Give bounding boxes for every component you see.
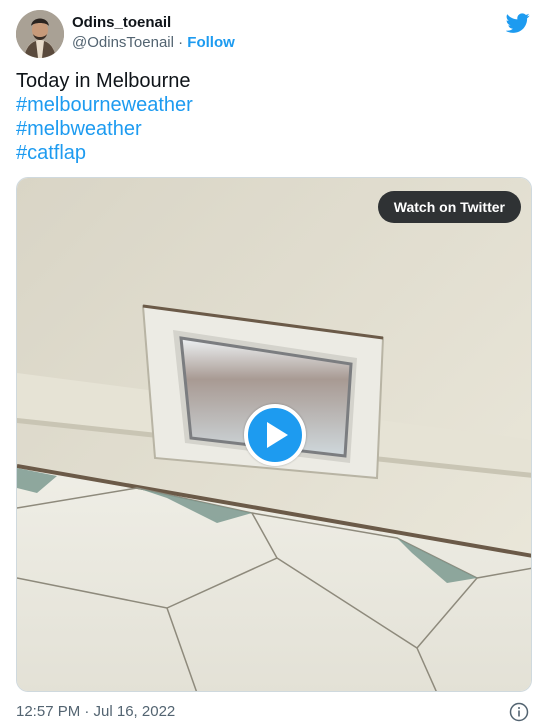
info-icon[interactable] xyxy=(509,702,529,722)
watch-on-twitter-button[interactable]: Watch on Twitter xyxy=(377,191,521,223)
tweet-embed: Odins_toenail @OdinsToenail · Follow Tod… xyxy=(0,0,546,724)
play-button[interactable] xyxy=(244,404,306,466)
handle-row: @OdinsToenail · Follow xyxy=(72,33,235,53)
twitter-bird-icon[interactable] xyxy=(506,11,530,35)
play-icon xyxy=(267,422,288,448)
separator: · xyxy=(178,34,184,51)
avatar-image xyxy=(16,10,64,58)
user-info: Odins_toenail @OdinsToenail · Follow xyxy=(72,13,235,53)
hashtag-link[interactable]: #melbweather xyxy=(16,117,193,141)
display-name[interactable]: Odins_toenail xyxy=(72,13,235,33)
hashtag-link[interactable]: #melbourneweather xyxy=(16,93,193,117)
tweet-body: Today in Melbourne xyxy=(16,70,191,92)
timestamp-link[interactable]: 12:57 PM · Jul 16, 2022 xyxy=(16,702,175,722)
video-player[interactable]: Watch on Twitter xyxy=(16,177,532,692)
follow-link[interactable]: Follow xyxy=(187,34,235,51)
hashtag-link[interactable]: #catflap xyxy=(16,141,193,165)
tweet-text: Today in Melbourne #melbourneweather #me… xyxy=(16,69,193,165)
avatar[interactable] xyxy=(16,10,64,58)
user-handle[interactable]: @OdinsToenail xyxy=(72,34,174,51)
